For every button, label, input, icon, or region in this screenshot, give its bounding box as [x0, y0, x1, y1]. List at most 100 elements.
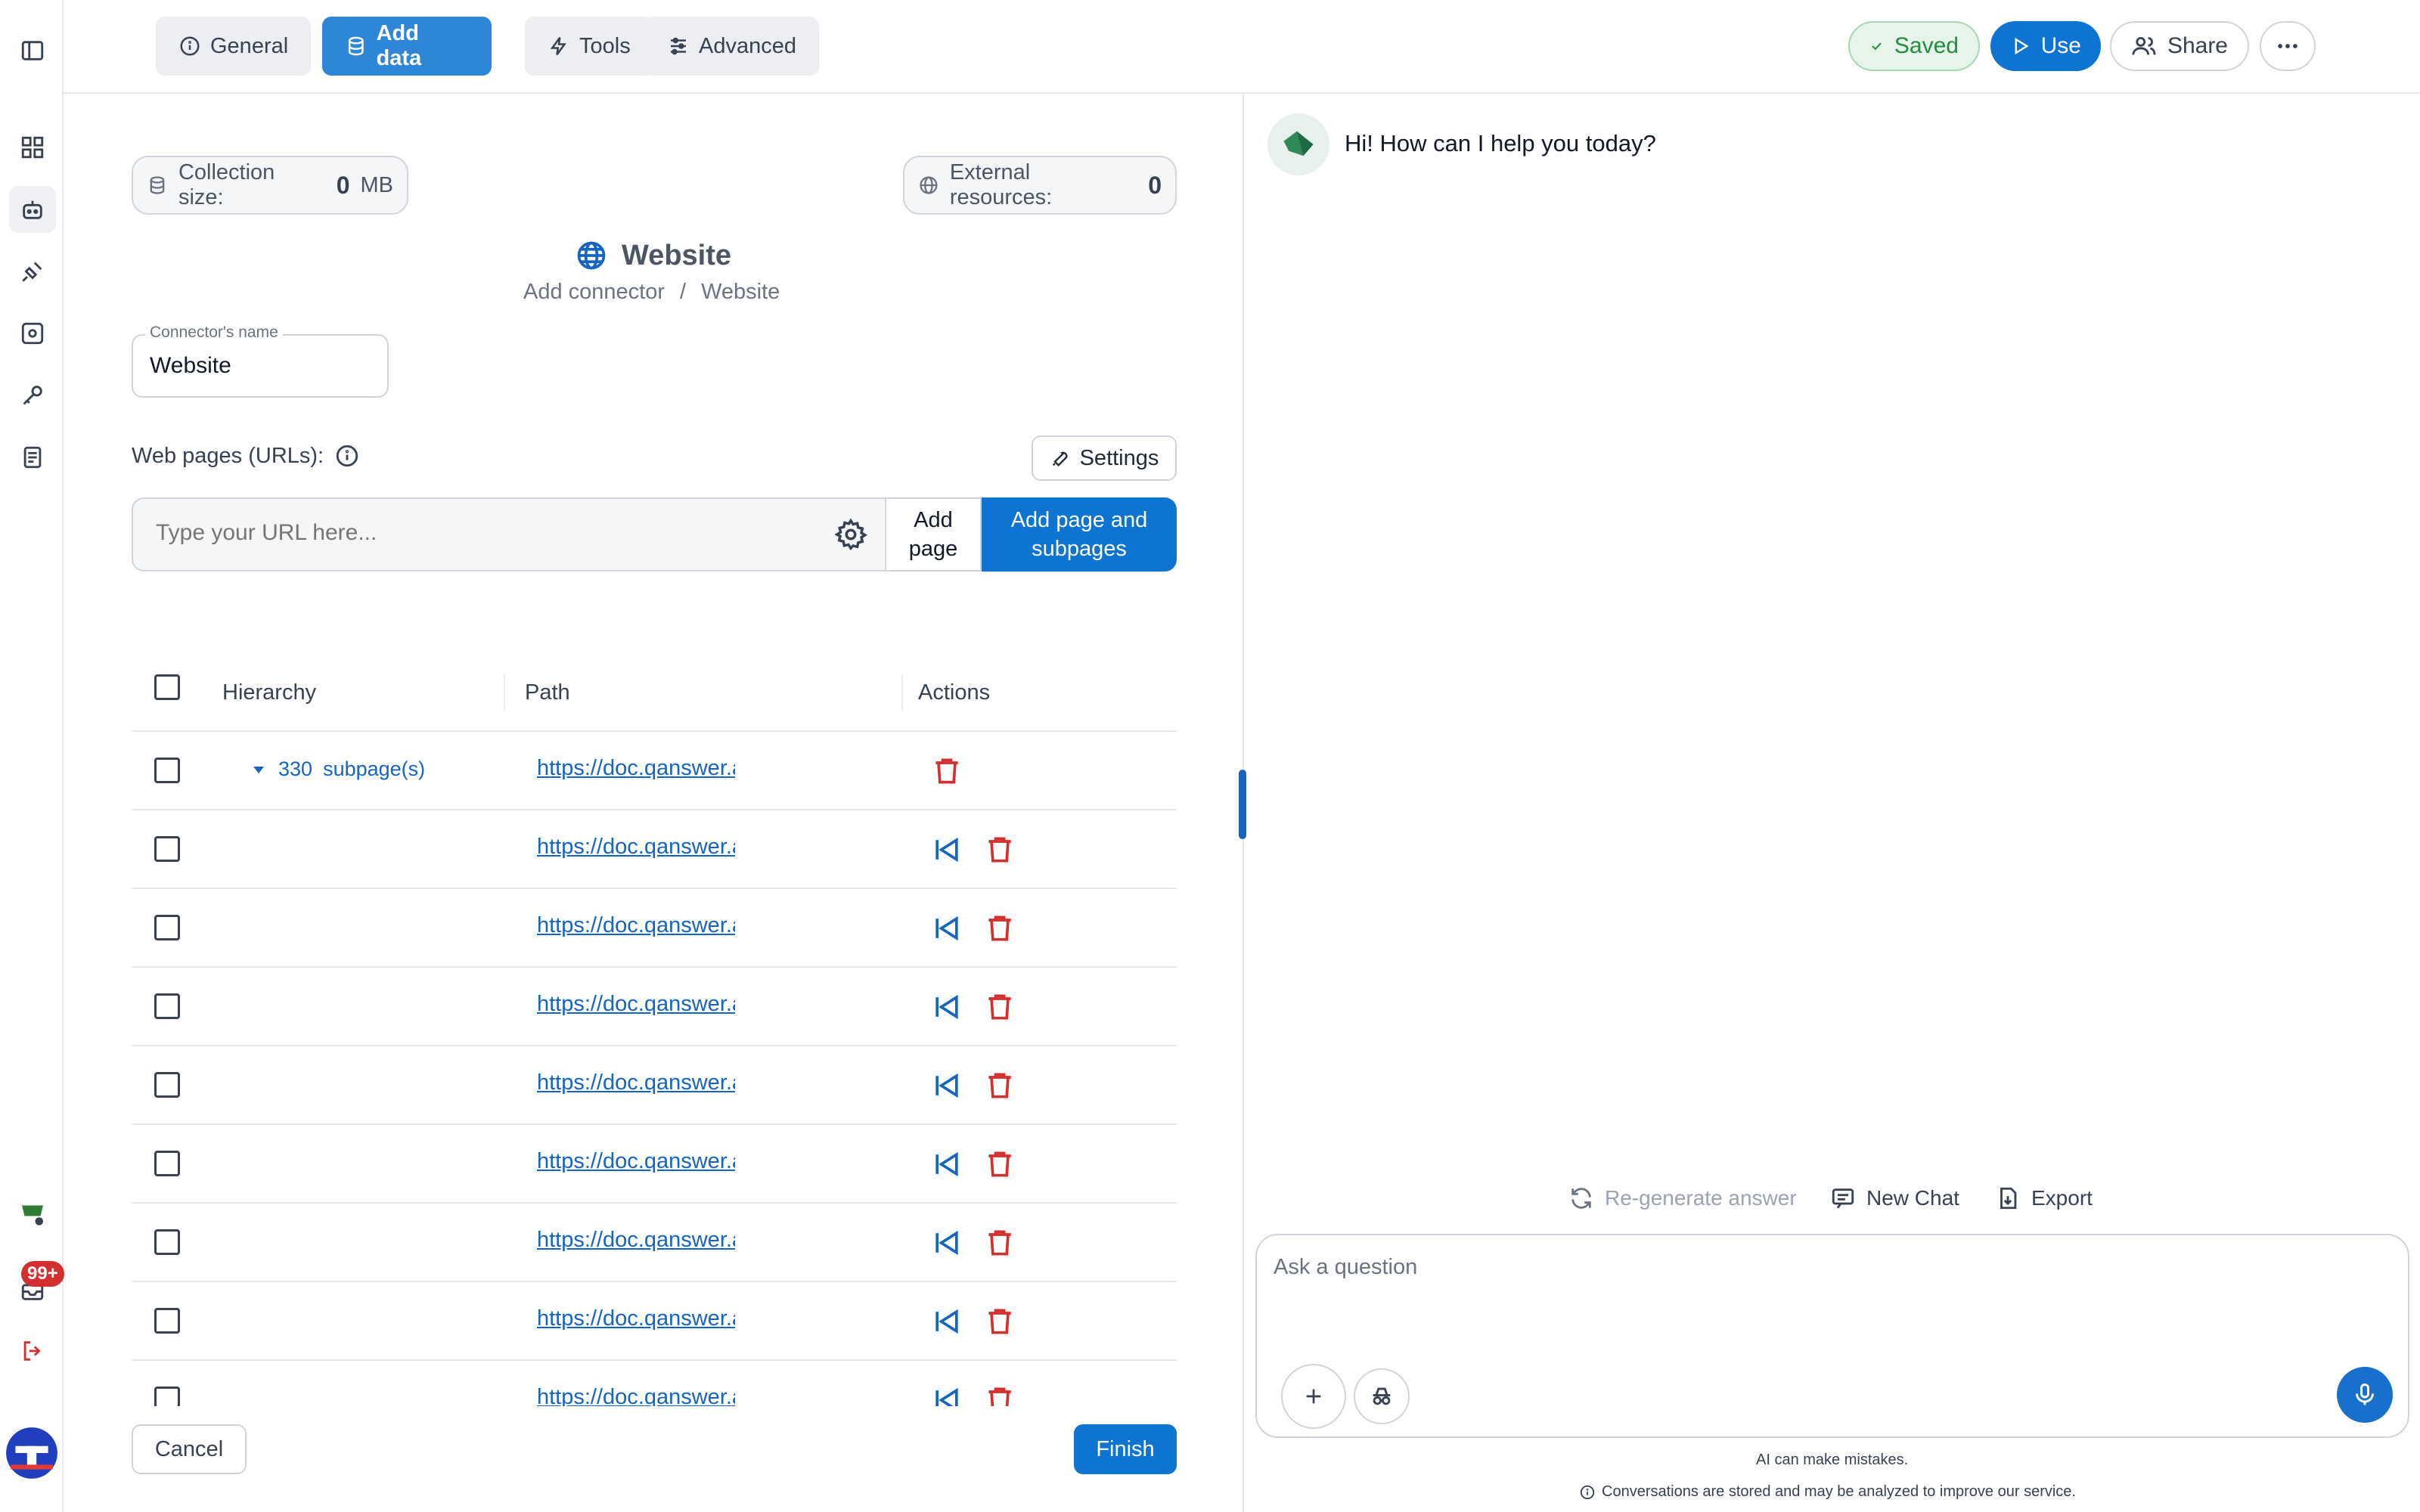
select-all-checkbox[interactable]: [154, 674, 180, 700]
row-checkbox[interactable]: [154, 1151, 180, 1176]
attach-button[interactable]: [1281, 1364, 1346, 1429]
table-row: https://doc.qanswer.ai/en/docs/premium: [132, 1125, 1177, 1204]
set-as-root-button[interactable]: [930, 833, 963, 866]
add-page-button[interactable]: Add page: [885, 497, 982, 572]
row-checkbox[interactable]: [154, 915, 180, 940]
document-icon: [23, 446, 42, 469]
rail-capture-button[interactable]: [9, 310, 56, 357]
plug-icon: [22, 262, 42, 282]
row-url-link[interactable]: https://doc.qanswer.ai/: [537, 756, 735, 781]
incognito-button[interactable]: [1354, 1368, 1410, 1424]
row-url-link[interactable]: https://doc.qanswer.ai/en/docs/premium: [537, 1385, 735, 1406]
new-chat-button[interactable]: New Chat: [1830, 1185, 1959, 1211]
url-options-button[interactable]: [833, 517, 868, 552]
row-checkbox[interactable]: [154, 1387, 180, 1406]
column-header-path: Path: [525, 680, 570, 705]
chat-icon: [1832, 1188, 1854, 1209]
skip-to-first-icon: [935, 916, 958, 941]
delete-button[interactable]: [983, 1226, 1016, 1259]
collection-size-unit: MB: [360, 172, 394, 197]
set-as-root-button[interactable]: [930, 1148, 963, 1181]
row-checkbox[interactable]: [154, 836, 180, 862]
rail-keys-button[interactable]: [9, 372, 56, 419]
avatar-logo-icon: [6, 1427, 57, 1479]
breadcrumb-current: Website: [701, 280, 780, 304]
finish-button[interactable]: Finish: [1074, 1424, 1177, 1474]
delete-button[interactable]: [983, 912, 1016, 945]
collection-size-label: Collection size:: [178, 160, 275, 209]
assistant-greeting: Hi! How can I help you today?: [1345, 130, 1656, 156]
delete-button[interactable]: [983, 1383, 1016, 1406]
gear-icon: [834, 518, 867, 551]
tab-add-data[interactable]: Add data: [322, 17, 492, 76]
row-url-link[interactable]: https://doc.qanswer.ai/de/docs/ai-assist…: [537, 1228, 735, 1253]
rail-dashboard-button[interactable]: [9, 124, 56, 171]
row-url-link[interactable]: https://doc.qanswer.ai/en/docs/premium: [537, 1149, 735, 1174]
row-checkbox[interactable]: [154, 1229, 180, 1255]
scan-icon: [21, 322, 44, 345]
delete-button[interactable]: [983, 1069, 1016, 1102]
more-options-button[interactable]: [2260, 21, 2316, 71]
delete-button[interactable]: [983, 833, 1016, 866]
breadcrumb-add-connector[interactable]: Add connector: [523, 280, 665, 305]
use-button[interactable]: Use: [1990, 21, 2101, 71]
column-divider: [504, 674, 505, 711]
rail-docs-button[interactable]: [9, 434, 56, 481]
rail-assistants-button[interactable]: [9, 186, 56, 233]
chat-input-box[interactable]: Ask a question: [1255, 1234, 2409, 1438]
set-as-root-button[interactable]: [930, 1069, 963, 1102]
delete-button[interactable]: [983, 1148, 1016, 1181]
info-circle-icon[interactable]: [334, 443, 360, 469]
incognito-icon: [1373, 1387, 1391, 1405]
row-checkbox[interactable]: [154, 993, 180, 1019]
delete-button[interactable]: [983, 1305, 1016, 1338]
users-icon: [2132, 36, 2156, 55]
connector-title: Website: [575, 239, 731, 272]
row-url-link[interactable]: https://doc.qanswer.ai/fr/docs/ai-assist…: [537, 1070, 735, 1095]
set-as-root-button[interactable]: [930, 1226, 963, 1259]
rail-organization-button[interactable]: [9, 1190, 56, 1237]
url-input[interactable]: [156, 520, 761, 546]
row-url-link[interactable]: https://doc.qanswer.ai/fr/docs/organizat…: [537, 913, 735, 938]
set-as-root-button[interactable]: [930, 912, 963, 945]
logout-button[interactable]: [9, 1328, 56, 1374]
settings-button[interactable]: Settings: [1032, 435, 1177, 481]
row-checkbox[interactable]: [154, 758, 180, 783]
table-row: https://doc.qanswer.ai/fr/docs/ai-assist…: [132, 1046, 1177, 1125]
tab-general[interactable]: General: [156, 17, 312, 76]
tab-advanced[interactable]: Advanced: [644, 17, 819, 76]
user-avatar[interactable]: [3, 1424, 60, 1482]
add-page-and-subpages-button[interactable]: Add page and subpages: [982, 497, 1177, 572]
share-button[interactable]: Share: [2110, 21, 2249, 71]
hierarchy-toggle[interactable]: 330 subpage(s): [250, 758, 425, 781]
export-button[interactable]: Export: [1995, 1185, 2093, 1211]
row-checkbox[interactable]: [154, 1308, 180, 1334]
grid-icon: [21, 136, 44, 159]
connector-name-field[interactable]: Website: [132, 334, 389, 398]
tab-label: Tools: [579, 33, 631, 58]
rail-connectors-button[interactable]: [9, 248, 56, 295]
regenerate-answer-button[interactable]: Re-generate answer: [1568, 1185, 1797, 1211]
row-checkbox[interactable]: [154, 1072, 180, 1098]
toggle-sidebar-button[interactable]: [9, 27, 56, 74]
tab-tools[interactable]: Tools: [525, 17, 653, 76]
delete-button[interactable]: [983, 990, 1016, 1024]
set-as-root-button[interactable]: [930, 990, 963, 1024]
set-as-root-button[interactable]: [930, 1383, 963, 1406]
trash-icon: [988, 994, 1011, 1020]
settings-label: Settings: [1079, 445, 1159, 470]
subpage-count: 330: [278, 758, 313, 780]
skip-to-first-icon: [935, 1230, 958, 1256]
voice-input-button[interactable]: [2337, 1367, 2393, 1423]
row-url-link[interactable]: https://doc.qanswer.ai/de/docs/ai-assist…: [537, 1306, 735, 1331]
table-row: https://doc.qanswer.ai/fr/docs/organizat…: [132, 889, 1177, 968]
regenerate-label: Re-generate answer: [1605, 1186, 1797, 1210]
set-as-root-button[interactable]: [930, 1305, 963, 1338]
breadcrumb-separator: /: [680, 280, 687, 304]
delete-button[interactable]: [930, 754, 963, 788]
row-url-link[interactable]: https://doc.qanswer.ai/de/docs/ai-assist…: [537, 992, 735, 1017]
cancel-button[interactable]: Cancel: [132, 1424, 247, 1474]
connector-name-label: Connector's name: [145, 324, 283, 342]
row-url-link[interactable]: https://doc.qanswer.ai/fr/docs/ai-assist…: [537, 835, 735, 860]
resize-handle[interactable]: [1239, 770, 1246, 839]
